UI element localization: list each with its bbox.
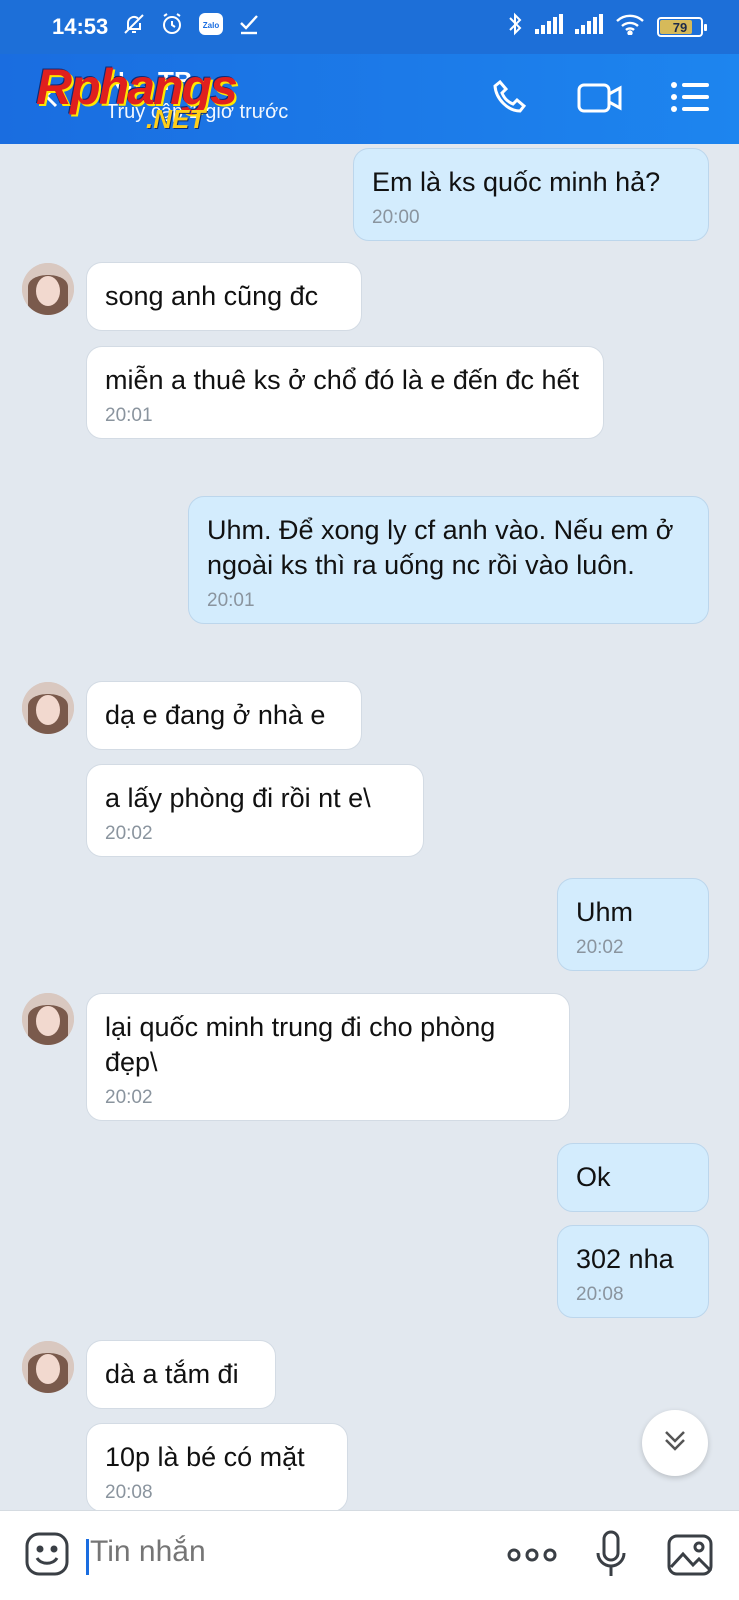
menu-list-icon [670, 81, 710, 118]
message-time: 20:02 [105, 823, 153, 844]
message-composer [0, 1510, 739, 1600]
svg-text:Zalo: Zalo [203, 21, 220, 30]
message-time: 20:08 [105, 1482, 153, 1503]
avatar[interactable] [22, 682, 74, 734]
avatar[interactable] [22, 263, 74, 315]
message-time: 20:02 [105, 1087, 153, 1108]
bell-off-icon [122, 12, 146, 42]
message-bubble[interactable]: a lấy phòng đi rồi nt e\ 20:02 [86, 764, 424, 857]
microphone-icon[interactable] [594, 1529, 628, 1586]
bluetooth-icon [507, 12, 523, 42]
message-bubble[interactable]: 302 nha 20:08 [557, 1225, 709, 1318]
message-input[interactable] [90, 1535, 470, 1569]
message-text: dà a tắm đi [105, 1359, 239, 1389]
message-text: Em là ks quốc minh hả? [372, 167, 661, 197]
message-bubble[interactable]: lại quốc minh trung đi cho phòng đẹp\ 20… [86, 993, 570, 1121]
message-bubble[interactable]: dà a tắm đi [86, 1340, 276, 1409]
message-text: dạ e đang ở nhà e [105, 700, 326, 730]
status-time: 14:53 [52, 14, 109, 39]
message-text: song anh cũng đc [105, 281, 319, 311]
double-chevron-down-icon [660, 1426, 690, 1461]
message-bubble[interactable]: Ok [557, 1143, 709, 1212]
message-bubble[interactable]: miễn a thuê ks ở chổ đó là e đến đc hết … [86, 346, 604, 439]
signal-icon [575, 14, 603, 40]
message-text: 10p là bé có mặt [105, 1442, 305, 1472]
avatar[interactable] [22, 993, 74, 1045]
more-dots-icon[interactable] [506, 1545, 558, 1570]
scroll-to-bottom-button[interactable] [642, 1410, 708, 1476]
message-bubble[interactable]: dạ e đang ở nhà e [86, 681, 362, 750]
watermark-logo-suffix: .NET [146, 104, 206, 134]
wifi-icon [615, 13, 645, 41]
voice-call-button[interactable] [485, 74, 535, 124]
emoji-icon[interactable] [24, 1531, 70, 1582]
check-icon [238, 13, 260, 41]
text-cursor [86, 1539, 89, 1575]
watermark-logo: Rphangs [36, 59, 238, 115]
message-bubble[interactable]: 10p là bé có mặt 20:08 [86, 1423, 348, 1512]
video-call-icon [576, 79, 624, 120]
message-text: Ok [576, 1162, 611, 1192]
photo-icon[interactable] [666, 1531, 714, 1584]
message-time: 20:01 [207, 590, 255, 611]
zalo-icon: Zalo [198, 12, 224, 42]
message-text: Uhm [576, 897, 634, 927]
message-text: Uhm. Để xong ly cf anh vào. Nếu em ở ngo… [207, 515, 674, 580]
message-time: 20:00 [372, 207, 420, 228]
video-call-button[interactable] [575, 74, 625, 124]
message-bubble[interactable]: song anh cũng đc [86, 262, 362, 331]
chat-header: N… TB Truy cập 1 giờ trước Rphangs .NET [0, 54, 739, 144]
message-time: 20:01 [105, 405, 153, 426]
message-text: lại quốc minh trung đi cho phòng đẹp\ [105, 1012, 496, 1077]
message-time: 20:02 [576, 937, 624, 958]
message-bubble[interactable]: Uhm. Để xong ly cf anh vào. Nếu em ở ngo… [188, 496, 709, 624]
message-text: 302 nha [576, 1244, 674, 1274]
menu-button[interactable] [665, 74, 715, 124]
message-text: a lấy phòng đi rồi nt e\ [105, 783, 371, 813]
alarm-icon [160, 12, 184, 42]
phone-icon [490, 77, 530, 122]
message-bubble[interactable]: Em là ks quốc minh hả? 20:00 [353, 148, 709, 241]
status-bar: 14:53 Zalo 79 [0, 0, 739, 54]
battery-level: 79 [672, 19, 688, 35]
signal-icon [535, 14, 563, 40]
battery-icon: 79 [657, 17, 707, 37]
message-bubble[interactable]: Uhm 20:02 [557, 878, 709, 971]
message-text: miễn a thuê ks ở chổ đó là e đến đc hết [105, 365, 580, 395]
avatar[interactable] [22, 1341, 74, 1393]
message-time: 20:08 [576, 1284, 624, 1305]
